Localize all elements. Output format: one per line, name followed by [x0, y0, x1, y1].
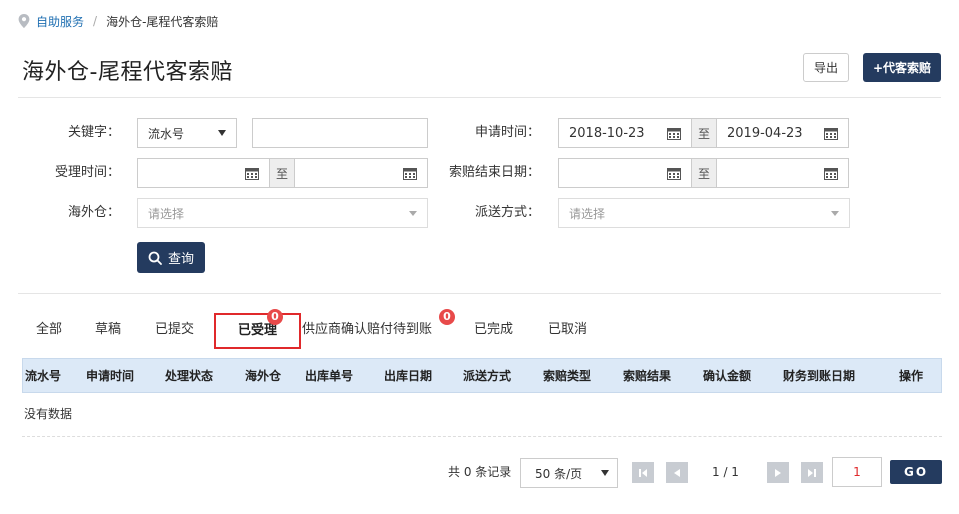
- range-separator: 至: [692, 158, 716, 188]
- calendar-icon: [824, 167, 838, 180]
- tab-accepted-badge: 0: [267, 309, 283, 325]
- column-header: 处理状态: [165, 369, 214, 383]
- page-size-value: 50 条/页: [535, 466, 583, 481]
- delivery-select[interactable]: 请选择: [558, 198, 850, 228]
- chevron-down-icon: [218, 130, 226, 136]
- first-page-button[interactable]: [632, 462, 654, 483]
- first-page-icon: [639, 468, 647, 477]
- apply-time-end-input[interactable]: 2019-04-23: [716, 118, 849, 148]
- column-header: 出库单号: [305, 369, 354, 383]
- location-pin-icon: [18, 14, 30, 28]
- chevron-down-icon: [601, 470, 609, 476]
- add-claim-button[interactable]: +代客索赔: [863, 53, 941, 82]
- column-header: 确认金额: [703, 369, 752, 383]
- page-info: 1 / 1: [712, 465, 739, 479]
- chevron-down-icon: [409, 210, 417, 216]
- accept-time-start-input[interactable]: [137, 158, 270, 188]
- column-header: 派送方式: [463, 369, 512, 383]
- tab-draft[interactable]: 草稿: [95, 313, 121, 347]
- calendar-icon: [824, 127, 838, 140]
- tab-submitted[interactable]: 已提交: [155, 313, 194, 347]
- export-button[interactable]: 导出: [803, 53, 849, 82]
- warehouse-select[interactable]: 请选择: [137, 198, 428, 228]
- keyword-input[interactable]: [252, 118, 428, 148]
- column-header: 财务到账日期: [783, 369, 856, 383]
- keyword-type-value: 流水号: [148, 126, 185, 141]
- delivery-label: 派送方式：: [474, 205, 540, 220]
- range-separator: 至: [270, 158, 294, 188]
- tab-cancelled[interactable]: 已取消: [548, 313, 587, 347]
- keyword-label: 关键字：: [67, 125, 120, 140]
- breadcrumb: 自助服务 / 海外仓-尾程代客索赔: [18, 12, 218, 30]
- claim-end-start-input[interactable]: [558, 158, 692, 188]
- warehouse-label: 海外仓：: [67, 205, 120, 220]
- claim-end-label: 索赔结束日期：: [448, 165, 540, 180]
- next-page-button[interactable]: [767, 462, 789, 483]
- breadcrumb-current: 海外仓-尾程代客索赔: [106, 14, 219, 29]
- page-size-select[interactable]: 50 条/页: [520, 458, 618, 488]
- calendar-icon: [667, 127, 681, 140]
- apply-time-start-value: 2018-10-23: [569, 125, 645, 141]
- table-header: 流水号 申请时间 处理状态 海外仓 出库单号 出库日期 派送方式 索赔类型 索赔…: [22, 358, 942, 393]
- tab-supplier-confirmed-badge: 0: [439, 309, 455, 325]
- column-header: 索赔类型: [543, 369, 592, 383]
- delivery-placeholder: 请选择: [569, 206, 606, 221]
- apply-time-end-value: 2019-04-23: [727, 125, 803, 141]
- apply-time-start-input[interactable]: 2018-10-23: [558, 118, 692, 148]
- page-title: 海外仓-尾程代客索赔: [22, 60, 233, 85]
- page-number-input[interactable]: 1: [832, 457, 882, 487]
- last-page-icon: [808, 468, 816, 477]
- go-button[interactable]: GO: [890, 460, 942, 484]
- breadcrumb-home-link[interactable]: 自助服务: [36, 13, 84, 30]
- apply-time-label: 申请时间：: [474, 125, 540, 140]
- tab-all[interactable]: 全部: [36, 313, 62, 347]
- accept-time-end-input[interactable]: [294, 158, 428, 188]
- chevron-down-icon: [831, 210, 839, 216]
- column-header: 海外仓: [245, 369, 282, 383]
- calendar-icon: [245, 167, 259, 180]
- total-records: 共 0 条记录: [448, 465, 512, 479]
- keyword-type-select[interactable]: 流水号: [137, 118, 237, 148]
- breadcrumb-separator: /: [93, 14, 98, 28]
- column-header: 索赔结果: [623, 369, 672, 383]
- query-button[interactable]: 查询: [137, 242, 205, 273]
- accept-time-label: 受理时间：: [54, 165, 120, 180]
- range-separator: 至: [692, 118, 716, 148]
- prev-page-button[interactable]: [666, 462, 688, 483]
- calendar-icon: [403, 167, 417, 180]
- table-empty-row: 没有数据: [22, 393, 942, 437]
- prev-page-icon: [674, 468, 680, 477]
- calendar-icon: [667, 167, 681, 180]
- tab-supplier-confirmed[interactable]: 供应商确认赔付待到账: [302, 313, 432, 347]
- claim-end-end-input[interactable]: [716, 158, 849, 188]
- column-header: 操作: [899, 369, 924, 383]
- last-page-button[interactable]: [801, 462, 823, 483]
- query-button-label: 查询: [167, 252, 194, 267]
- tab-accepted[interactable]: 已受理: [214, 313, 301, 349]
- column-header: 申请时间: [86, 369, 135, 383]
- warehouse-placeholder: 请选择: [148, 206, 185, 221]
- header-divider: [18, 97, 941, 98]
- tab-accepted-label: 已受理: [237, 323, 277, 338]
- search-icon: [148, 251, 162, 265]
- column-header: 出库日期: [384, 369, 433, 383]
- tab-completed[interactable]: 已完成: [474, 313, 513, 347]
- next-page-icon: [775, 468, 781, 477]
- filter-divider: [18, 293, 941, 294]
- column-header: 流水号: [25, 369, 62, 383]
